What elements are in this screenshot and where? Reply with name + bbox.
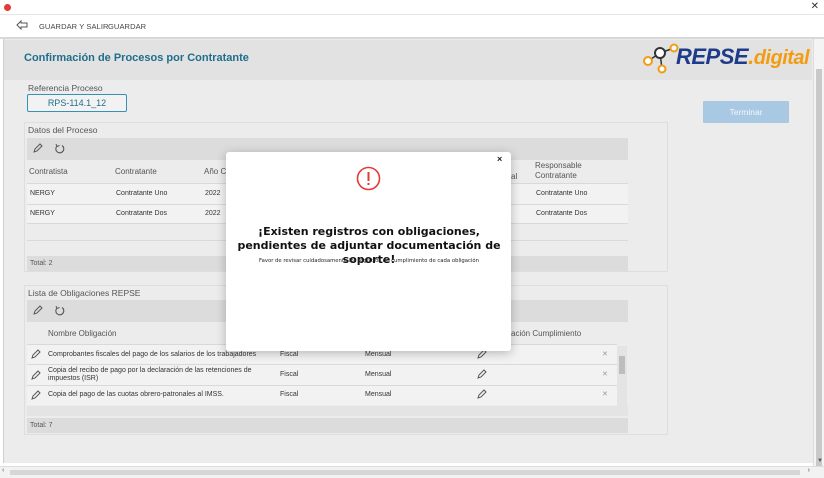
modal-subtitle: Favor de revisar cuidadosamente los regi… — [259, 258, 479, 264]
modal-close-icon[interactable]: × — [497, 154, 502, 164]
alert-exclamation-icon — [356, 166, 381, 191]
